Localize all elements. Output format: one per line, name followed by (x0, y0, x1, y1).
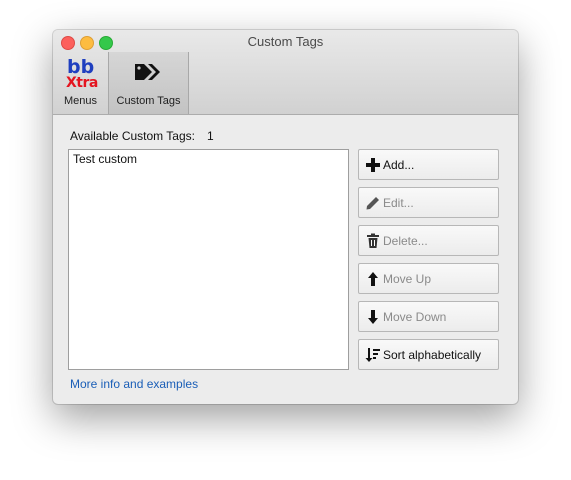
custom-tags-list[interactable]: Test custom (68, 149, 349, 370)
custom-tags-window: Custom Tags bb Xtra Menus Custom Tags Av… (53, 30, 518, 404)
toolbar-item-custom-tags-label: Custom Tags (116, 95, 181, 107)
toolbar-item-menus-label: Menus (63, 95, 98, 107)
window-title: Custom Tags (247, 34, 324, 49)
edit-button[interactable]: Edit... (358, 187, 499, 218)
arrow-down-icon (368, 310, 378, 324)
tags-icon (135, 64, 160, 80)
plus-icon (366, 158, 380, 172)
move-up-button[interactable]: Move Up (358, 263, 499, 294)
trash-icon (367, 233, 379, 248)
available-tags-label: Available Custom Tags: 1 (70, 129, 214, 143)
sort-icon (365, 348, 380, 362)
add-button[interactable]: Add... (358, 149, 499, 180)
pencil-icon (366, 197, 379, 210)
zoom-window-button[interactable] (99, 36, 113, 50)
close-window-button[interactable] (61, 36, 75, 50)
more-info-link[interactable]: More info and examples (70, 377, 198, 391)
toolbar-item-custom-tags[interactable]: Custom Tags (108, 52, 189, 114)
bbxtra-logo-icon: bb Xtra (66, 56, 98, 91)
window-toolbar: Custom Tags bb Xtra Menus Custom Tags (53, 30, 518, 115)
available-tags-count: 1 (206, 129, 214, 143)
list-item[interactable]: Test custom (69, 150, 348, 168)
arrow-up-icon (368, 272, 378, 286)
sort-alphabetically-button[interactable]: Sort alphabetically (358, 339, 499, 370)
delete-button[interactable]: Delete... (358, 225, 499, 256)
move-down-button[interactable]: Move Down (358, 301, 499, 332)
toolbar-item-menus[interactable]: bb Xtra Menus (53, 52, 108, 114)
minimize-window-button[interactable] (80, 36, 94, 50)
